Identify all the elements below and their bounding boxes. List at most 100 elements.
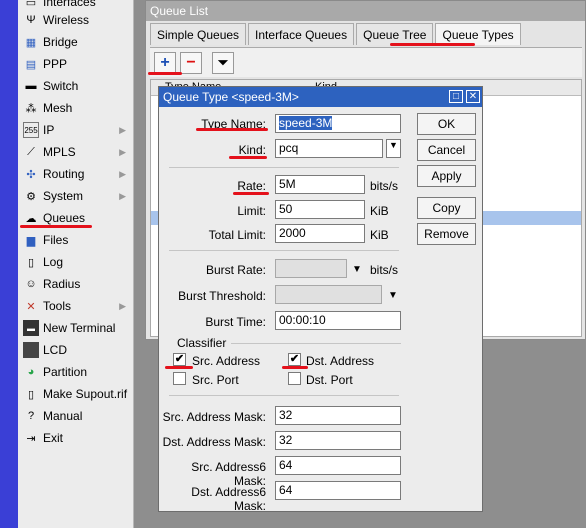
dst-address6-mask-field[interactable]: 64: [275, 481, 401, 500]
wireless-icon: Ψ: [26, 14, 36, 26]
highlight-underline-queues: [20, 225, 92, 228]
sidebar-item-tools[interactable]: ✕ Tools ▶: [18, 295, 134, 317]
src-address-mask-field[interactable]: 32: [275, 406, 401, 425]
type-name-value: speed-3M: [279, 116, 333, 130]
total-limit-field[interactable]: 2000: [275, 224, 365, 243]
remove-dialog-button[interactable]: Remove: [417, 223, 476, 245]
add-button[interactable]: +: [154, 51, 176, 74]
partition-icon: ◕: [27, 366, 35, 378]
sidebar-item-log[interactable]: ▯ Log: [18, 251, 134, 273]
sidebar-item-wireless[interactable]: Ψ Wireless: [18, 9, 134, 31]
burst-threshold-field[interactable]: [275, 285, 382, 304]
apply-button[interactable]: Apply: [417, 165, 476, 187]
ppp-icon: ▤: [25, 58, 37, 71]
tab-queue-tree[interactable]: Queue Tree: [356, 23, 434, 45]
submenu-arrow-icon: ▶: [119, 146, 126, 157]
minus-icon: −: [186, 53, 196, 71]
sidebar-item-switch[interactable]: ▬ Switch: [18, 75, 134, 97]
filter-icon: ⏷: [217, 54, 229, 70]
separator: [169, 167, 399, 168]
tab-queue-types[interactable]: Queue Types: [435, 23, 521, 45]
sidebar-item-exit[interactable]: ⇥ Exit: [18, 427, 134, 449]
submenu-arrow-icon: ▶: [119, 300, 126, 311]
dropdown-arrow-icon[interactable]: ▼: [352, 264, 362, 275]
dst-address-mask-field[interactable]: 32: [275, 431, 401, 450]
sidebar-item-mesh[interactable]: ⁂ Mesh: [18, 97, 134, 119]
lcd-icon: [23, 342, 39, 358]
type-name-field[interactable]: speed-3M: [275, 114, 401, 133]
close-icon[interactable]: ✕: [466, 90, 480, 103]
sidebar-item-radius[interactable]: ☺ Radius: [18, 273, 134, 295]
rate-field[interactable]: 5M: [275, 175, 365, 194]
remove-button[interactable]: −: [180, 51, 202, 74]
limit-field[interactable]: 50: [275, 200, 365, 219]
queue-type-dialog: Queue Type <speed-3M> □ ✕ Type Name: spe…: [158, 86, 483, 513]
maximize-icon[interactable]: □: [449, 90, 463, 103]
separator: [169, 395, 399, 396]
limit-unit: KiB: [370, 204, 389, 218]
src-address-mask-label: Src. Address Mask:: [162, 410, 266, 424]
left-accent-strip: [0, 0, 18, 528]
manual-icon: ?: [27, 410, 35, 422]
burst-rate-unit: bits/s: [370, 263, 399, 277]
submenu-arrow-icon: ▶: [119, 168, 126, 179]
log-icon: ▯: [27, 256, 35, 269]
src-port-checkbox[interactable]: [173, 372, 186, 385]
sidebar-item-routing[interactable]: ✣ Routing ▶: [18, 163, 134, 185]
tab-simple-queues[interactable]: Simple Queues: [150, 23, 247, 45]
copy-button[interactable]: Copy: [417, 197, 476, 219]
filter-button[interactable]: ⏷: [212, 51, 234, 74]
exit-icon: ⇥: [26, 432, 36, 445]
dropdown-arrow-icon: ▼: [389, 140, 398, 150]
dst-address-checkbox[interactable]: ✔: [288, 353, 301, 366]
submenu-arrow-icon: ▶: [119, 190, 126, 201]
dst-address6-mask-label: Dst. Address6 Mask:: [191, 485, 266, 513]
sidebar-item-bridge[interactable]: ▦ Bridge: [18, 31, 134, 53]
kind-select[interactable]: pcq: [275, 139, 383, 158]
highlight-underline-rate: [233, 192, 269, 195]
highlight-underline-type-name: [196, 128, 268, 131]
system-icon: ⚙: [26, 190, 36, 203]
kind-dropdown-button[interactable]: ▼: [386, 139, 401, 158]
ok-button[interactable]: OK: [417, 113, 476, 135]
files-icon: ▆: [26, 234, 36, 247]
sidebar-item-new-terminal[interactable]: ▬ New Terminal: [18, 317, 134, 339]
tab-interface-queues[interactable]: Interface Queues: [248, 23, 355, 45]
src-address6-mask-field[interactable]: 64: [275, 456, 401, 475]
plus-icon: +: [160, 53, 170, 71]
limit-label: Limit:: [237, 204, 266, 218]
total-limit-label: Total Limit:: [208, 228, 266, 242]
highlight-underline-src-address: [165, 366, 193, 369]
burst-rate-label: Burst Rate:: [205, 263, 266, 277]
mesh-icon: ⁂: [25, 102, 37, 115]
kind-label: Kind:: [238, 143, 266, 157]
sidebar-item-manual[interactable]: ? Manual: [18, 405, 134, 427]
rate-unit: bits/s: [370, 179, 399, 193]
burst-time-field[interactable]: 00:00:10: [275, 311, 401, 330]
checkmark-icon: ✔: [289, 353, 300, 365]
dropdown-arrow-icon[interactable]: ▼: [388, 290, 398, 301]
burst-rate-field[interactable]: [275, 259, 347, 278]
sidebar-item-partition[interactable]: ◕ Partition: [18, 361, 134, 383]
src-address-checkbox[interactable]: ✔: [173, 353, 186, 366]
switch-icon: ▬: [25, 80, 37, 92]
sidebar-item-system[interactable]: ⚙ System ▶: [18, 185, 134, 207]
sidebar-item-mpls[interactable]: ⟋ MPLS ▶: [18, 141, 134, 163]
queue-toolbar: + − ⏷: [150, 47, 582, 77]
highlight-underline-queue-types: [390, 43, 475, 46]
cancel-button[interactable]: Cancel: [417, 139, 476, 161]
dst-address-mask-label: Dst. Address Mask:: [162, 435, 266, 449]
queue-tabs: Simple Queues Interface Queues Queue Tre…: [150, 23, 523, 45]
highlight-underline-dst-address: [282, 366, 308, 369]
total-limit-unit: KiB: [370, 228, 389, 242]
sidebar-item-make-supout[interactable]: ▯ Make Supout.rif: [18, 383, 134, 405]
checkmark-icon: ✔: [174, 353, 185, 365]
dialog-title-bar: Queue Type <speed-3M> □ ✕: [159, 87, 482, 107]
sidebar-item-files[interactable]: ▆ Files: [18, 229, 134, 251]
sidebar-item-ppp[interactable]: ▤ PPP: [18, 53, 134, 75]
tools-icon: ✕: [26, 300, 36, 313]
sidebar-item-ip[interactable]: 255 IP ▶: [18, 119, 134, 141]
sidebar-item-lcd[interactable]: LCD: [18, 339, 134, 361]
burst-threshold-label: Burst Threshold:: [178, 289, 266, 303]
dst-port-checkbox[interactable]: [288, 372, 301, 385]
